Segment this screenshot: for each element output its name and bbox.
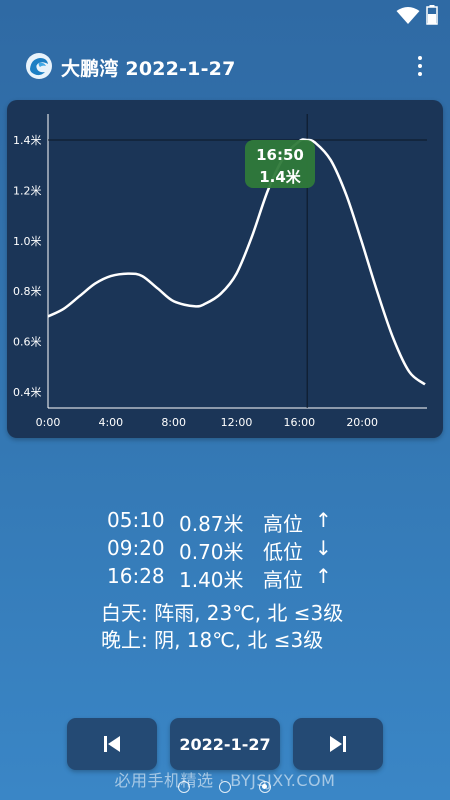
skip-previous-icon — [104, 736, 120, 752]
tide-chart: 0.4米 0.6米 0.8米 1.0米 1.2米 1.4米 0:00 4:00 8:00 12:0… — [7, 100, 443, 438]
page-dot-active[interactable] — [259, 781, 271, 793]
tide-arrow-up-icon: ↑ — [315, 564, 332, 588]
weather-day: 白天: 阵雨, 23℃, 北 ≤3级 — [101, 601, 344, 625]
tooltip-time: 16:50 — [256, 146, 304, 164]
tide-time: 16:28 — [107, 564, 165, 588]
x-tick-label: 20:00 — [346, 416, 378, 429]
tide-row: 09:20 0.70米 低位 ↓ — [107, 536, 407, 564]
page-dot[interactable] — [178, 781, 190, 793]
tide-row: 16:28 1.40米 高位 ↑ — [107, 564, 407, 592]
status-bar — [0, 0, 450, 30]
tide-time: 09:20 — [107, 536, 165, 560]
previous-day-button[interactable] — [67, 718, 157, 770]
tide-arrow-up-icon: ↑ — [315, 508, 332, 532]
y-tick-label: 0.8米 — [13, 285, 42, 298]
wifi-icon — [396, 7, 420, 24]
y-tick-label: 1.2米 — [13, 184, 42, 197]
more-vert-icon[interactable] — [410, 52, 430, 80]
date-label: 2022-1-27 — [179, 734, 271, 754]
page-dot[interactable] — [219, 781, 231, 793]
weather-night: 晚上: 阴, 18℃, 北 ≤3级 — [101, 628, 324, 652]
tide-type: 高位 — [263, 512, 303, 536]
tide-type: 低位 — [263, 540, 303, 564]
tide-series-line — [47, 138, 426, 386]
tooltip-value: 1.4米 — [259, 168, 302, 186]
tide-height: 0.87米 — [179, 512, 244, 536]
y-tick-label: 1.4米 — [13, 134, 42, 147]
tide-row: 05:10 0.87米 高位 ↑ — [107, 508, 407, 536]
skip-next-icon — [330, 736, 346, 752]
x-tick-label: 8:00 — [161, 416, 186, 429]
page-indicator — [178, 781, 278, 795]
page-title: 大鹏湾 2022-1-27 — [61, 58, 236, 80]
x-tick-label: 12:00 — [221, 416, 253, 429]
wave-logo-icon — [26, 53, 52, 79]
tide-type: 高位 — [263, 568, 303, 592]
tide-height: 0.70米 — [179, 540, 244, 564]
tide-time: 05:10 — [107, 508, 165, 532]
tide-height: 1.40米 — [179, 568, 244, 592]
date-picker-button[interactable]: 2022-1-27 — [170, 718, 280, 770]
tide-arrow-down-icon: ↓ — [315, 536, 332, 560]
y-tick-label: 0.6米 — [13, 336, 42, 349]
app-bar: 大鹏湾 2022-1-27 — [0, 30, 450, 100]
next-day-button[interactable] — [293, 718, 383, 770]
y-tick-label: 1.0米 — [13, 235, 42, 248]
x-tick-label: 0:00 — [36, 416, 61, 429]
battery-icon — [426, 5, 438, 25]
y-tick-label: 0.4米 — [13, 386, 42, 399]
tide-chart-svg: 0.4米 0.6米 0.8米 1.0米 1.2米 1.4米 0:00 4:00 8:00 12:0… — [13, 114, 427, 429]
x-tick-label: 16:00 — [283, 416, 315, 429]
x-tick-label: 4:00 — [98, 416, 123, 429]
